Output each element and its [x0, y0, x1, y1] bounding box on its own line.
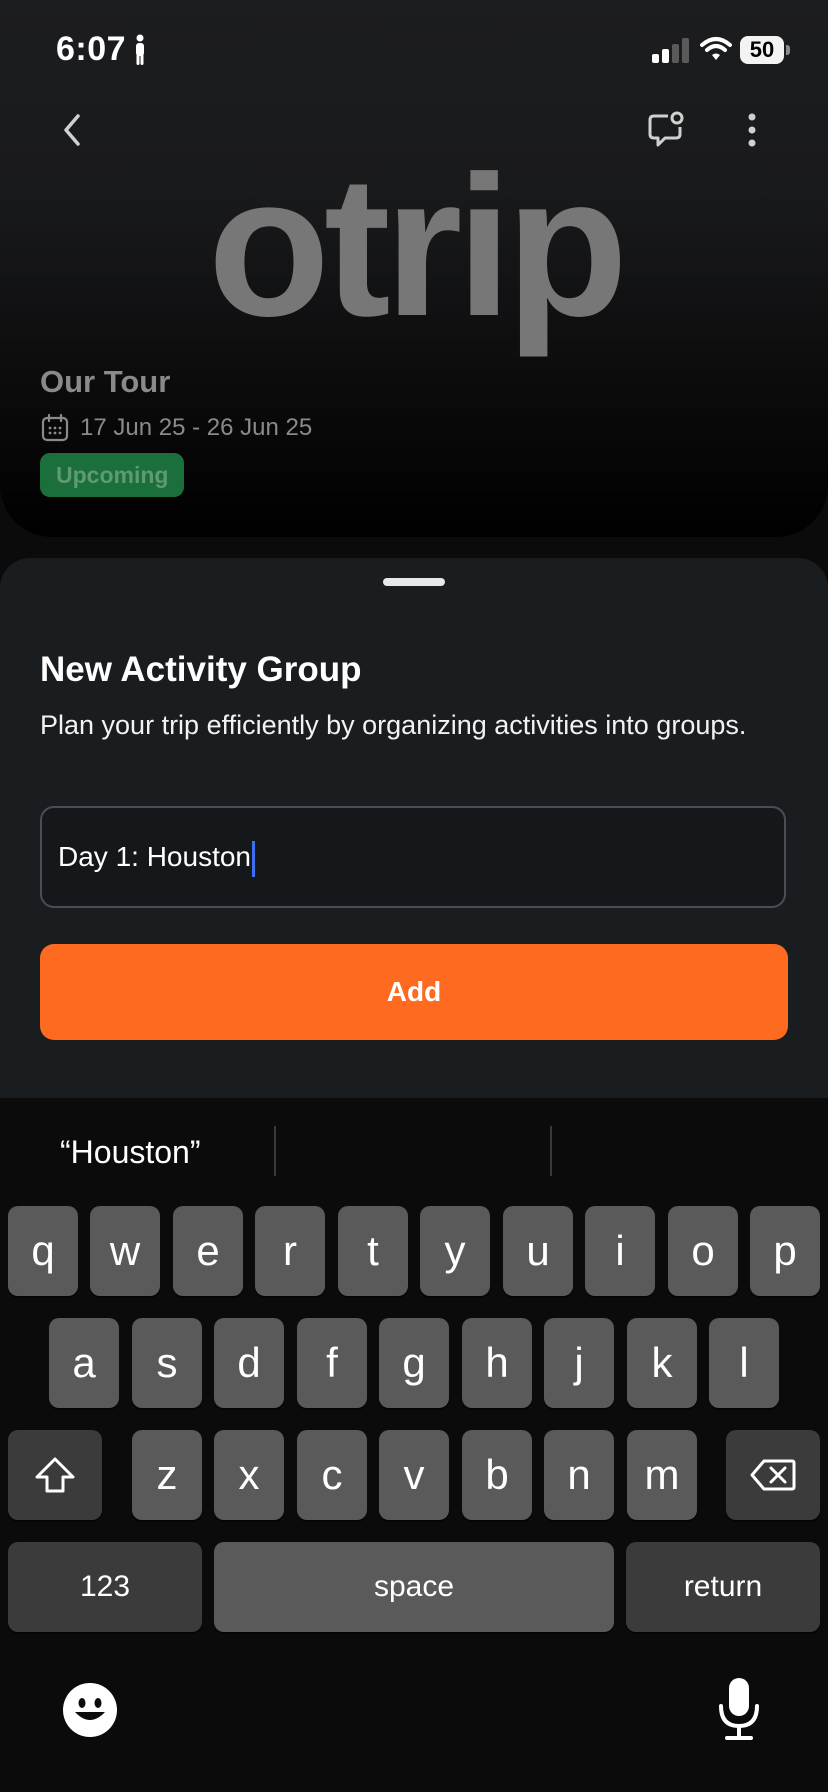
trip-date-range: 17 Jun 25 - 26 Jun 25 [80, 414, 313, 441]
person-icon [136, 34, 144, 65]
battery-level: 50 [740, 36, 784, 64]
suggestion-divider [274, 1126, 276, 1176]
trip-dates: 17 Jun 25 - 26 Jun 25 [40, 412, 312, 444]
numbers-key[interactable]: 123 [8, 1542, 202, 1632]
key-q[interactable]: q [8, 1206, 78, 1296]
sheet-title: New Activity Group [40, 650, 362, 689]
keyboard: “Houston” q w e r t y u i o p a s d f g … [0, 1098, 828, 1792]
key-c[interactable]: c [297, 1430, 367, 1520]
trip-header: 6:07 50 otrip Our Tour 17 Jun 25 - 26 Ju… [0, 0, 828, 537]
chat-button[interactable] [638, 102, 694, 158]
key-a[interactable]: a [49, 1318, 119, 1408]
key-f[interactable]: f [297, 1318, 367, 1408]
suggestion-1[interactable]: “Houston” [60, 1098, 201, 1206]
key-m[interactable]: m [627, 1430, 697, 1520]
key-b[interactable]: b [462, 1430, 532, 1520]
key-k[interactable]: k [627, 1318, 697, 1408]
svg-text:otrip: otrip [208, 170, 622, 358]
more-options-button[interactable] [724, 102, 780, 158]
key-j[interactable]: j [544, 1318, 614, 1408]
status-bar: 6:07 50 [0, 0, 828, 100]
text-caret [252, 840, 255, 877]
key-l[interactable]: l [709, 1318, 779, 1408]
key-n[interactable]: n [544, 1430, 614, 1520]
battery-cap [786, 45, 790, 55]
key-e[interactable]: e [173, 1206, 243, 1296]
key-g[interactable]: g [379, 1318, 449, 1408]
new-activity-group-sheet: New Activity Group Plan your trip effici… [0, 558, 828, 1098]
suggestion-bar: “Houston” [0, 1098, 828, 1206]
key-o[interactable]: o [668, 1206, 738, 1296]
key-r[interactable]: r [255, 1206, 325, 1296]
sheet-description: Plan your trip efficiently by organizing… [40, 710, 747, 740]
shift-key[interactable] [8, 1430, 102, 1520]
microphone-icon[interactable] [714, 1676, 764, 1742]
more-vertical-icon [748, 113, 756, 147]
key-v[interactable]: v [379, 1430, 449, 1520]
key-h[interactable]: h [462, 1318, 532, 1408]
battery-indicator: 50 [740, 36, 790, 64]
backspace-key[interactable] [726, 1430, 820, 1520]
group-name-value: Day 1: Houston [58, 841, 251, 872]
shift-arrow-icon [35, 1457, 75, 1493]
key-d[interactable]: d [214, 1318, 284, 1408]
return-key[interactable]: return [626, 1542, 820, 1632]
key-i[interactable]: i [585, 1206, 655, 1296]
otrip-logo: otrip [208, 170, 628, 358]
key-z[interactable]: z [132, 1430, 202, 1520]
suggestion-divider [550, 1126, 552, 1176]
emoji-icon[interactable] [62, 1682, 118, 1738]
key-y[interactable]: y [420, 1206, 490, 1296]
cellular-signal-icon [652, 38, 689, 63]
sheet-drag-handle[interactable] [383, 578, 445, 586]
back-button[interactable] [44, 102, 100, 158]
key-u[interactable]: u [503, 1206, 573, 1296]
key-x[interactable]: x [214, 1430, 284, 1520]
status-badge: Upcoming [40, 453, 185, 497]
add-button[interactable]: Add [40, 944, 788, 1040]
key-s[interactable]: s [132, 1318, 202, 1408]
key-w[interactable]: w [90, 1206, 160, 1296]
space-key[interactable]: space [214, 1542, 614, 1632]
key-t[interactable]: t [338, 1206, 408, 1296]
chevron-left-icon [64, 114, 80, 146]
group-name-input[interactable]: Day 1: Houston [40, 806, 786, 908]
calendar-icon [41, 413, 69, 442]
trip-title: Our Tour [40, 364, 171, 399]
key-p[interactable]: p [750, 1206, 820, 1296]
status-time: 6:07 [56, 30, 127, 68]
group-name-input-field[interactable]: Day 1: Houston [58, 808, 255, 906]
chat-bubble-icon [648, 111, 684, 147]
wifi-icon [700, 37, 732, 60]
backspace-icon [750, 1459, 796, 1491]
